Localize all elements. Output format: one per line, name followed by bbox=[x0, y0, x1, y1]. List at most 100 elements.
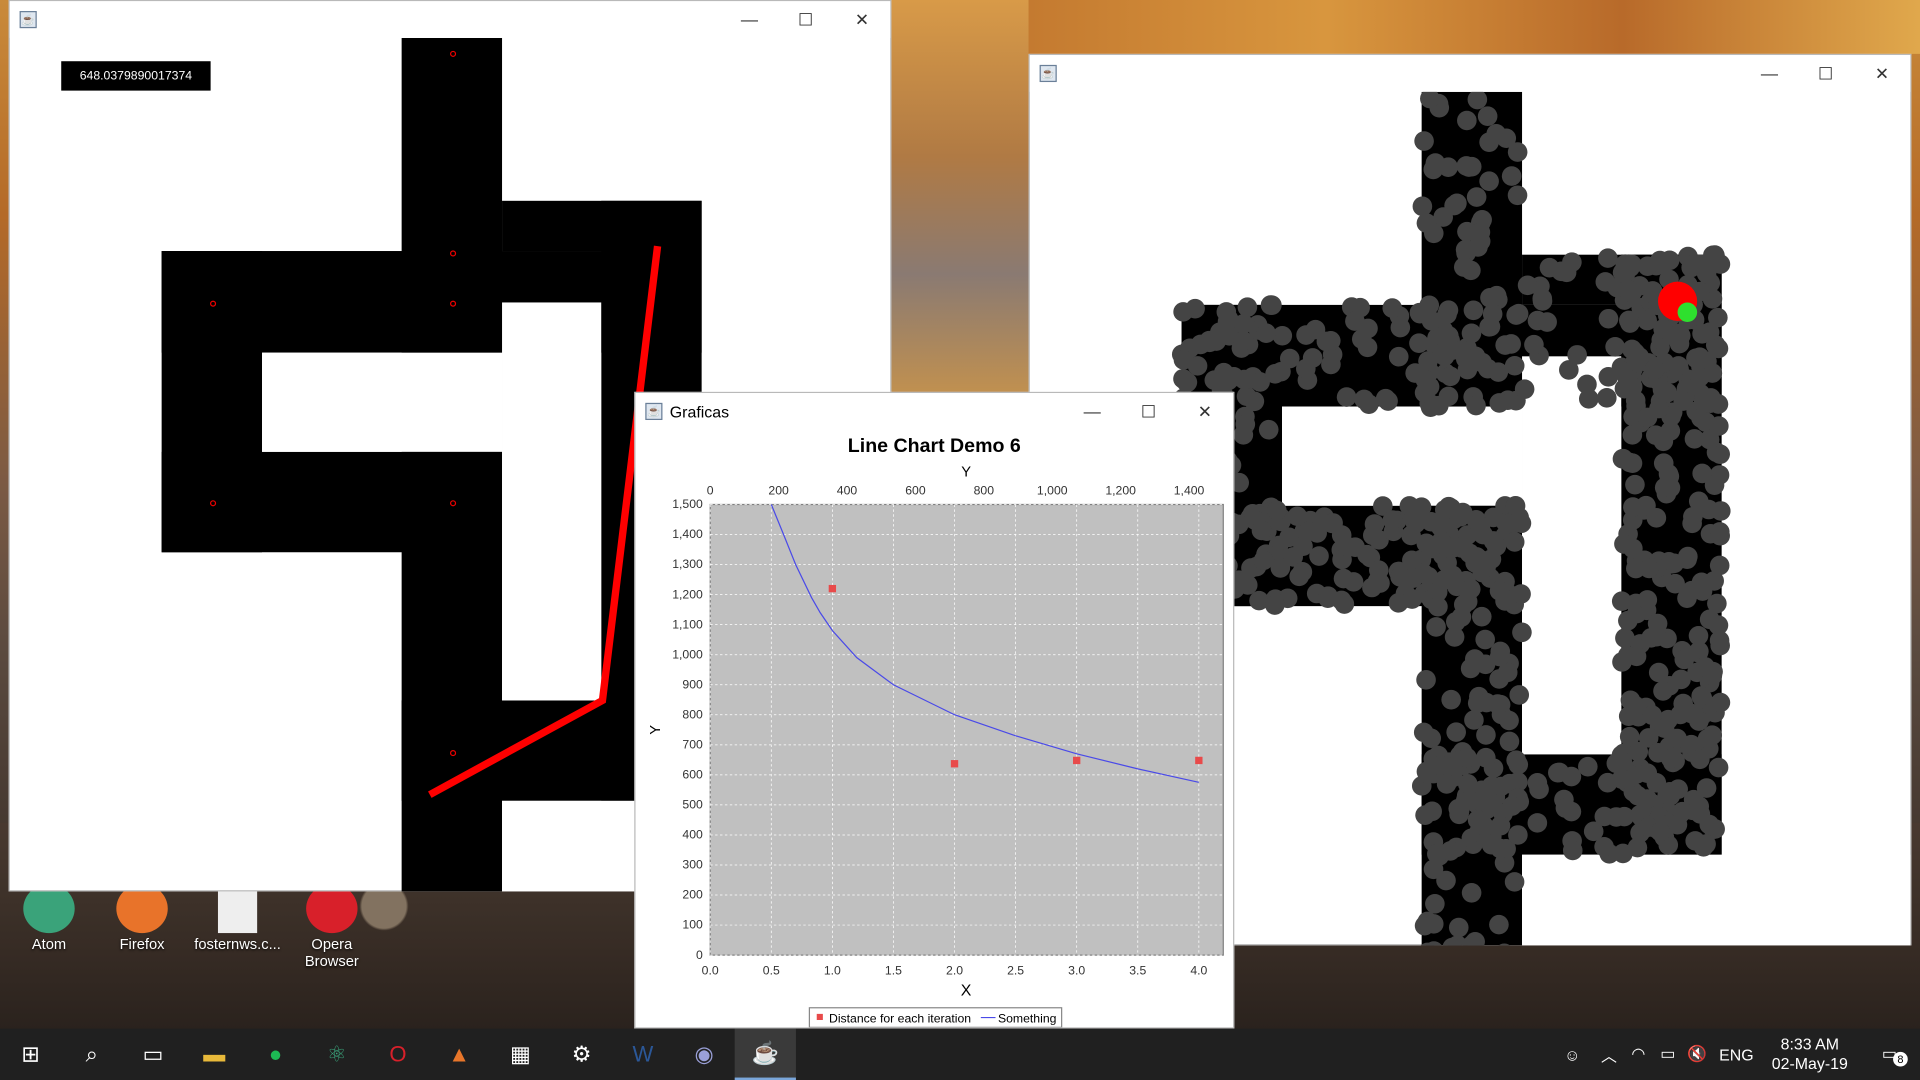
language-indicator[interactable]: ENG bbox=[1712, 1045, 1761, 1063]
particle bbox=[1292, 562, 1313, 582]
particle bbox=[1517, 275, 1538, 296]
chevron-up-icon[interactable]: ︿ bbox=[1594, 1043, 1623, 1066]
particle bbox=[1437, 304, 1457, 325]
particle bbox=[1683, 506, 1703, 527]
eclipse-taskbar[interactable]: ◉ bbox=[673, 1029, 734, 1080]
particle bbox=[1253, 550, 1274, 571]
particle bbox=[1446, 722, 1466, 742]
settings-taskbar[interactable]: ⚙ bbox=[551, 1029, 612, 1080]
start-button[interactable]: ⊞ bbox=[0, 1029, 61, 1080]
close-button[interactable]: ✕ bbox=[1177, 393, 1233, 430]
particle bbox=[1532, 291, 1553, 311]
right-window-titlebar[interactable]: ☕ — ☐ ✕ bbox=[1029, 55, 1911, 92]
particle bbox=[1235, 414, 1256, 435]
particle bbox=[1359, 394, 1379, 415]
wallpaper-mountain-top bbox=[1028, 0, 1920, 54]
particle bbox=[1233, 330, 1253, 351]
java-icon: ☕ bbox=[19, 11, 37, 29]
particle bbox=[1501, 513, 1521, 533]
desktop-icon-atom[interactable]: Atom bbox=[0, 884, 98, 953]
clock[interactable]: 8:33 AM 02-May-19 bbox=[1761, 1035, 1859, 1074]
minimize-button[interactable]: — bbox=[1064, 393, 1120, 430]
minimize-button[interactable]: — bbox=[721, 1, 777, 38]
particle bbox=[1653, 319, 1673, 339]
particle bbox=[1461, 882, 1482, 903]
y-tick-label: 1,400 bbox=[672, 527, 703, 541]
particle bbox=[1562, 840, 1583, 861]
particle bbox=[1467, 693, 1488, 713]
particle bbox=[1412, 196, 1433, 217]
opera-taskbar[interactable]: O bbox=[367, 1029, 428, 1080]
particle bbox=[1620, 452, 1640, 473]
task-view-button[interactable]: ▭ bbox=[122, 1029, 183, 1080]
particle bbox=[1501, 334, 1521, 354]
close-button[interactable]: ✕ bbox=[1854, 55, 1910, 92]
particle bbox=[1507, 185, 1528, 206]
particle bbox=[1441, 689, 1461, 710]
y-axis-label: Y bbox=[648, 725, 664, 735]
maximize-button[interactable]: ☐ bbox=[778, 1, 834, 38]
left-window-titlebar[interactable]: ☕ — ☐ ✕ bbox=[9, 1, 891, 38]
particle bbox=[1699, 429, 1720, 450]
particle bbox=[1426, 617, 1446, 637]
notifications-button[interactable]: ▭ 8 bbox=[1859, 1044, 1920, 1067]
maximize-button[interactable]: ☐ bbox=[1798, 55, 1854, 92]
notification-count: 8 bbox=[1893, 1051, 1908, 1067]
atom-taskbar[interactable]: ⚛ bbox=[306, 1029, 367, 1080]
particle bbox=[1677, 588, 1697, 608]
particle bbox=[1382, 298, 1403, 318]
file-explorer-taskbar[interactable]: ▬ bbox=[184, 1029, 245, 1080]
particle bbox=[1668, 356, 1689, 376]
particle bbox=[1612, 752, 1633, 772]
particle bbox=[1471, 606, 1492, 627]
battery-icon[interactable]: ▭ bbox=[1653, 1044, 1682, 1064]
chart-window-titlebar[interactable]: ☕ Graficas — ☐ ✕ bbox=[635, 393, 1234, 430]
particle bbox=[1419, 295, 1440, 316]
particle bbox=[1692, 324, 1712, 344]
calculator-taskbar[interactable]: ▦ bbox=[490, 1029, 551, 1080]
matlab-taskbar[interactable]: ▲ bbox=[429, 1029, 490, 1080]
particle bbox=[1479, 171, 1499, 192]
particle bbox=[1351, 329, 1372, 349]
particle bbox=[1173, 302, 1193, 322]
particle bbox=[1489, 914, 1509, 935]
desktop-icon-firefox[interactable]: Firefox bbox=[93, 884, 191, 953]
particle bbox=[1583, 821, 1604, 842]
gear-icon: ⚙ bbox=[571, 1041, 592, 1066]
mute-icon[interactable]: 🔇 bbox=[1682, 1044, 1711, 1064]
maximize-button[interactable]: ☐ bbox=[1120, 393, 1176, 430]
minimize-button[interactable]: — bbox=[1741, 55, 1797, 92]
y-tick-label: 1,100 bbox=[672, 617, 703, 631]
particle bbox=[1265, 364, 1285, 384]
desktop-icon-opera[interactable]: Opera Browser bbox=[283, 884, 381, 970]
particle bbox=[1407, 509, 1427, 529]
particle bbox=[1333, 568, 1354, 589]
particle bbox=[1689, 796, 1710, 817]
particle bbox=[1619, 310, 1639, 331]
wifi-icon[interactable]: ◠ bbox=[1624, 1044, 1653, 1064]
desktop-icon-fosternws[interactable]: fosternws.c... bbox=[189, 884, 287, 953]
word-taskbar[interactable]: W bbox=[612, 1029, 673, 1080]
particle bbox=[1489, 581, 1510, 601]
people-icon[interactable]: ☺ bbox=[1550, 1045, 1594, 1063]
particle bbox=[1473, 524, 1493, 545]
close-button[interactable]: ✕ bbox=[834, 1, 890, 38]
particle bbox=[1477, 106, 1498, 127]
particle bbox=[1459, 157, 1479, 177]
data-point bbox=[1195, 756, 1203, 765]
particle bbox=[1512, 622, 1532, 643]
particle bbox=[1433, 207, 1453, 227]
search-button[interactable]: ⌕ bbox=[61, 1029, 122, 1080]
data-point bbox=[828, 584, 837, 593]
matlab-icon: ▲ bbox=[448, 1041, 471, 1066]
java-taskbar[interactable]: ☕ bbox=[734, 1028, 796, 1080]
particle bbox=[1368, 560, 1389, 580]
particle bbox=[1496, 128, 1517, 149]
particle bbox=[1561, 766, 1582, 787]
particle bbox=[1539, 257, 1560, 278]
spotify-taskbar[interactable]: ● bbox=[245, 1029, 306, 1080]
wallpaper-mountain bbox=[891, 0, 1029, 392]
top-tick-label: 800 bbox=[974, 484, 995, 498]
line-chart: Line Chart Demo 6 Y 0.0 0.5 1.0 1.5 2.0 2.5 3.… bbox=[648, 435, 1224, 1028]
particle bbox=[1499, 710, 1519, 731]
